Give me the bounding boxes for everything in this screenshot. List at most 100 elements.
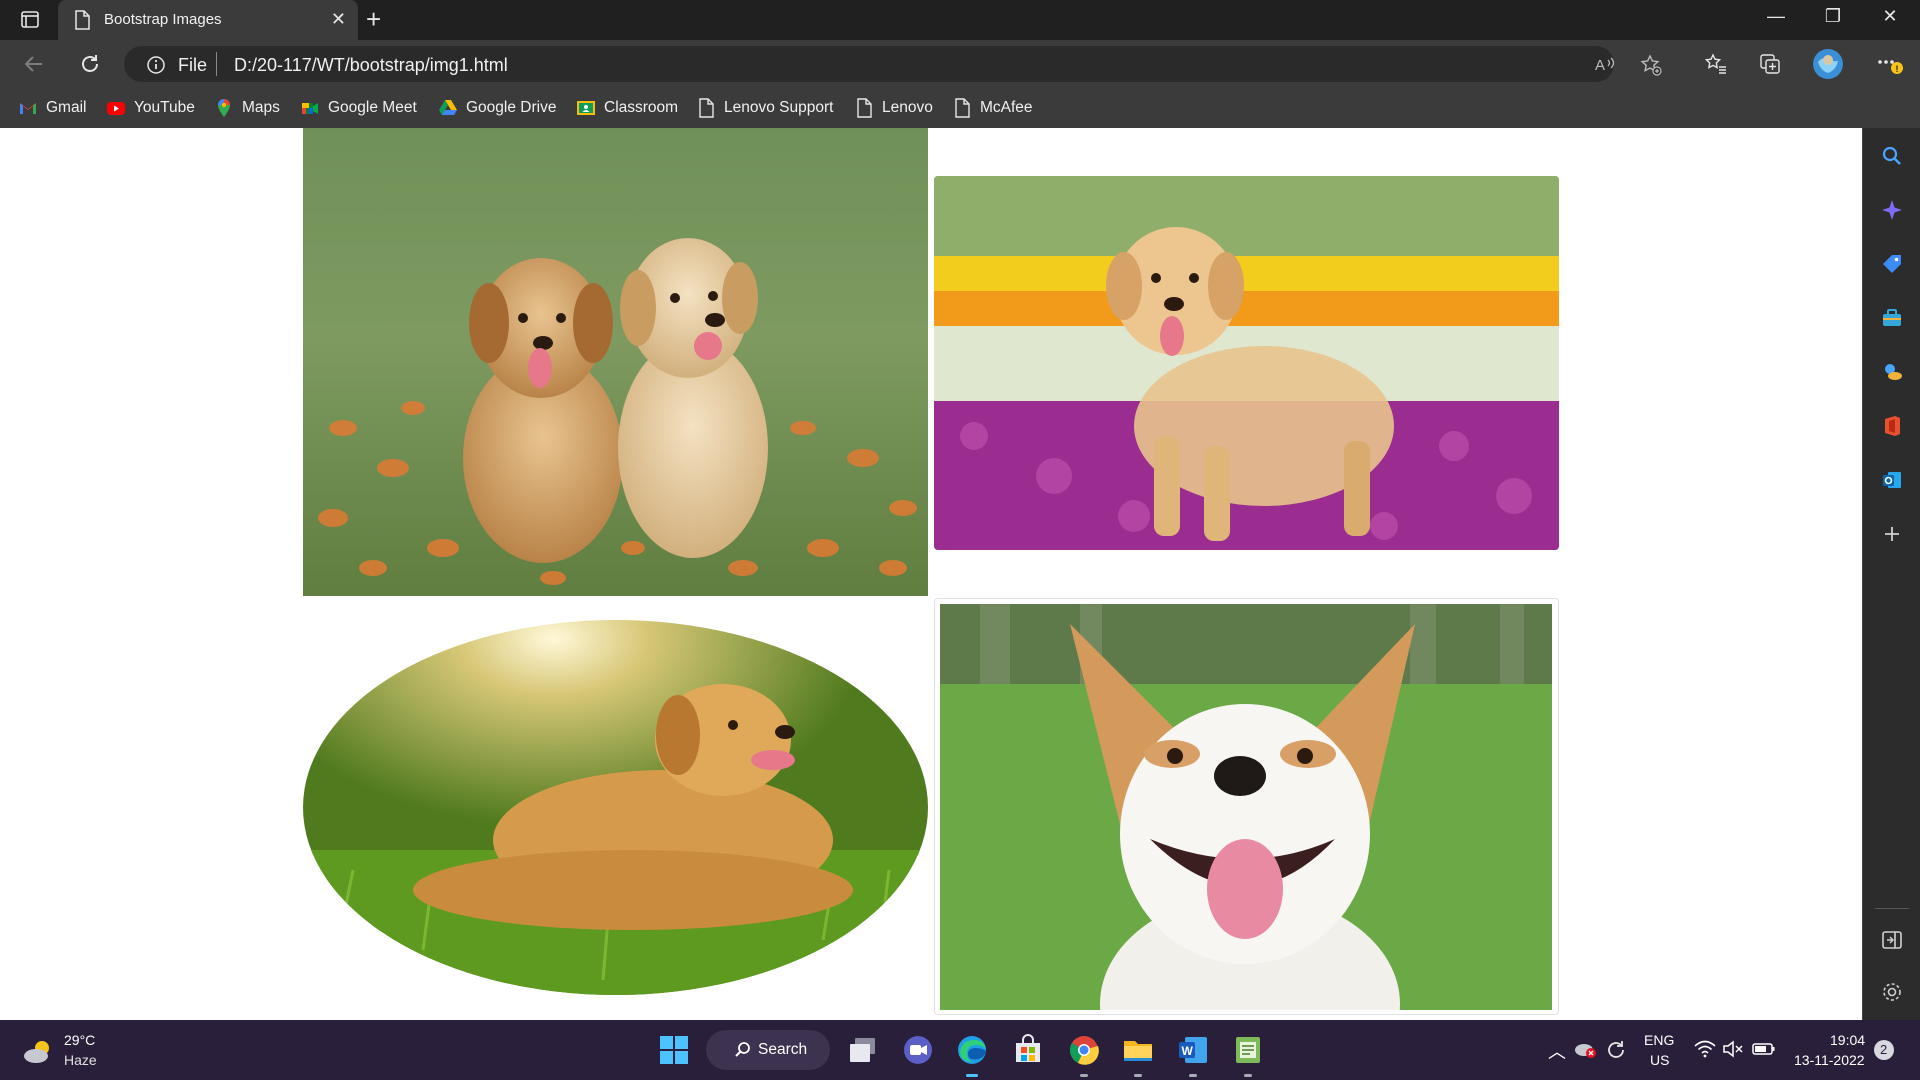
windows-taskbar: 29°C Haze Search W ︿ ENG US 19:04 13-11-… [0, 1020, 1920, 1080]
svg-text:A: A [1595, 57, 1605, 74]
google-drive-icon [439, 100, 457, 115]
language-primary: ENG [1644, 1032, 1675, 1048]
collections-icon[interactable] [1758, 52, 1782, 76]
tab-actions-icon[interactable] [14, 8, 44, 32]
smiling-white-dog-image [940, 604, 1552, 1010]
page-icon [699, 98, 714, 118]
chrome-running-indicator [1080, 1074, 1088, 1077]
gmail-icon [20, 103, 36, 114]
office-icon[interactable] [1880, 414, 1904, 438]
navigation-bar: File D:/20-117/WT/bootstrap/img1.html A … [0, 40, 1920, 88]
youtube-icon [107, 102, 125, 115]
chrome-icon[interactable] [1066, 1032, 1102, 1068]
bookmark-mcafee[interactable]: McAfee [952, 96, 1033, 120]
search-icon [735, 1042, 750, 1057]
taskbar-search[interactable]: Search [706, 1030, 830, 1070]
bookmark-google-drive[interactable]: Google Drive [438, 96, 556, 120]
notepad-app-icon[interactable] [1230, 1032, 1266, 1068]
search-label: Search [758, 1041, 808, 1058]
window-close-icon[interactable]: ✕ [1870, 6, 1910, 27]
edge-browser-icon[interactable] [954, 1032, 990, 1068]
copilot-sparkle-icon[interactable] [1880, 198, 1904, 222]
bookmark-gmail[interactable]: Gmail [18, 96, 86, 120]
word-running-indicator [1189, 1074, 1197, 1077]
bookmark-classroom[interactable]: Classroom [576, 96, 678, 120]
weather-widget[interactable]: 29°C Haze [22, 1030, 142, 1074]
address-scheme: File [178, 55, 208, 75]
microsoft-store-icon[interactable] [1010, 1032, 1046, 1068]
battery-icon[interactable] [1752, 1041, 1776, 1057]
bookmark-lenovo-support[interactable]: Lenovo Support [696, 96, 833, 120]
refresh-icon[interactable] [78, 52, 102, 76]
sidebar-divider [1875, 908, 1909, 909]
address-url[interactable]: D:/20-117/WT/bootstrap/img1.html [234, 55, 508, 76]
shopping-tag-icon[interactable] [1880, 252, 1904, 276]
volume-muted-icon[interactable] [1722, 1040, 1744, 1058]
notification-badge[interactable]: 2 [1874, 1040, 1894, 1060]
title-bar: Bootstrap Images ✕ + — ❐ ✕ [0, 0, 1920, 40]
task-view-icon[interactable] [845, 1032, 881, 1068]
more-menu-icon[interactable]: ! [1876, 52, 1906, 76]
settings-gear-icon[interactable] [1880, 980, 1904, 1004]
weather-condition: Haze [64, 1052, 97, 1068]
edge-active-indicator [966, 1074, 978, 1077]
favorites-icon[interactable] [1704, 52, 1728, 76]
profile-avatar[interactable] [1812, 48, 1844, 80]
search-icon[interactable] [1880, 144, 1904, 168]
maps-icon [218, 99, 230, 117]
bookmark-label: Google Meet [328, 99, 417, 116]
bookmark-label: Lenovo Support [724, 99, 834, 116]
bookmark-lenovo[interactable]: Lenovo [854, 96, 933, 120]
file-explorer-icon[interactable] [1120, 1032, 1156, 1068]
clock-date: 13-11-2022 [1794, 1052, 1865, 1068]
language-region: US [1650, 1052, 1670, 1068]
bookmark-maps[interactable]: Maps [214, 96, 280, 120]
minimize-icon[interactable]: — [1756, 6, 1796, 27]
close-tab-icon[interactable]: ✕ [331, 9, 346, 29]
page-icon [955, 98, 970, 118]
bookmarks-bar: Gmail YouTube Maps Google Meet Google Dr… [0, 88, 1920, 128]
page-icon [857, 98, 872, 118]
active-tab[interactable]: Bootstrap Images ✕ [58, 0, 358, 40]
clock-time: 19:04 [1830, 1032, 1866, 1048]
golden-retriever-lying-in-grass-image [303, 620, 928, 995]
add-favorite-icon[interactable] [1640, 54, 1662, 76]
wifi-icon[interactable] [1694, 1040, 1716, 1058]
weather-haze-icon [24, 1041, 49, 1063]
hide-sidebar-icon[interactable] [1880, 928, 1904, 952]
bookmark-label: Google Drive [466, 99, 557, 116]
svg-text:W: W [1182, 1044, 1194, 1058]
info-icon[interactable] [146, 55, 166, 75]
bookmark-google-meet[interactable]: Google Meet [300, 96, 417, 120]
notification-count: 2 [1880, 1042, 1888, 1057]
show-hidden-icons-chevron-icon[interactable]: ︿ [1548, 1038, 1566, 1064]
onedrive-error-icon[interactable] [1574, 1040, 1598, 1060]
outlook-icon[interactable] [1880, 468, 1904, 492]
two-golden-retriever-puppies-image [303, 128, 928, 596]
weather-temp: 29°C [64, 1032, 96, 1048]
tools-briefcase-icon[interactable] [1880, 306, 1904, 330]
edge-sidebar [1862, 128, 1920, 1020]
tab-title: Bootstrap Images [104, 11, 222, 28]
bookmark-label: Lenovo [882, 99, 933, 116]
bookmark-youtube[interactable]: YouTube [106, 96, 195, 120]
golden-retriever-in-flowers-image [934, 176, 1559, 550]
word-icon[interactable]: W [1175, 1032, 1211, 1068]
back-icon[interactable] [22, 52, 46, 76]
bookmark-label: Classroom [604, 99, 679, 116]
bookmark-label: Maps [242, 99, 280, 116]
read-aloud-icon[interactable]: A [1594, 54, 1616, 74]
teams-chat-icon[interactable] [900, 1032, 936, 1068]
new-tab-icon[interactable]: + [366, 6, 381, 32]
page-icon [75, 10, 90, 30]
address-separator [216, 52, 217, 76]
bookmark-label: McAfee [980, 99, 1033, 116]
sync-icon[interactable] [1604, 1038, 1628, 1062]
games-icon[interactable] [1880, 360, 1904, 384]
bookmark-label: Gmail [46, 99, 87, 116]
address-bar[interactable]: File D:/20-117/WT/bootstrap/img1.html A [124, 46, 1662, 82]
add-icon[interactable] [1880, 522, 1904, 546]
windows-start-icon[interactable] [656, 1032, 692, 1068]
app-running-indicator [1244, 1074, 1252, 1077]
restore-icon[interactable]: ❐ [1813, 6, 1853, 27]
